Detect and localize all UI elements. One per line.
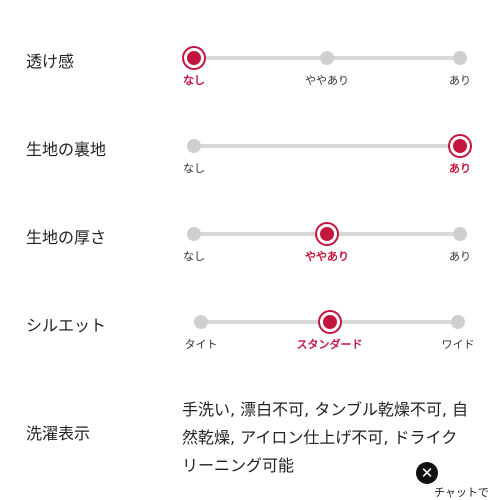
stop-label: なし (183, 74, 205, 87)
attribute-label: 生地の厚さ (26, 228, 107, 247)
stop-dot (187, 139, 201, 153)
stop-dot (320, 51, 334, 65)
slider-track (194, 144, 460, 148)
attribute-label: シルエット (26, 316, 107, 335)
stop-label: スタンダード (296, 338, 363, 351)
attribute-row: 生地の裏地なし あり (0, 108, 498, 178)
stop-dot (453, 227, 467, 241)
attribute-row: 生地の厚さなし ややあり あり (0, 196, 498, 266)
close-icon[interactable]: ✕ (416, 462, 438, 484)
stop-label: なし (183, 250, 205, 263)
stop-label: ワイド (441, 338, 475, 351)
care-label: 洗濯表示 (26, 424, 91, 443)
selected-dot (319, 312, 340, 332)
stop-dot (194, 315, 208, 329)
stop-dot (453, 51, 467, 65)
selected-dot (450, 136, 470, 156)
stop-label: ややあり (305, 250, 349, 263)
attribute-label: 透け感 (26, 52, 75, 71)
selected-dot (184, 48, 204, 68)
chat-widget[interactable]: ✕ チャットで (414, 458, 498, 500)
attribute-row: シルエットタイト スタンダード ワイド (0, 284, 498, 354)
selected-dot (317, 224, 337, 244)
stop-label: ややあり (305, 74, 349, 87)
stop-dot (451, 315, 465, 329)
stop-label: あり (449, 162, 471, 175)
stop-label: なし (183, 162, 205, 175)
stop-label: タイト (184, 338, 218, 351)
attribute-row: 透け感なし ややあり あり (0, 20, 498, 90)
stop-label: あり (449, 74, 471, 87)
attribute-label: 生地の裏地 (26, 140, 107, 159)
stop-label: あり (449, 250, 471, 263)
stop-dot (187, 227, 201, 241)
